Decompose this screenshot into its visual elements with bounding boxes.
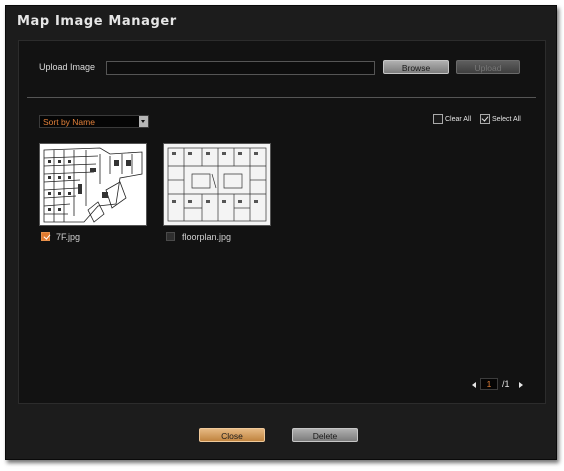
thumbnail-7f[interactable] xyxy=(39,143,147,226)
upload-button[interactable]: Upload xyxy=(456,60,520,74)
select-all-checkbox[interactable] xyxy=(480,114,490,124)
thumbnail-floorplan[interactable] xyxy=(163,143,271,226)
clear-all-checkbox[interactable] xyxy=(433,114,443,124)
floor-plan-image xyxy=(40,144,146,225)
floor-plan-image xyxy=(164,144,270,225)
next-page-icon[interactable] xyxy=(519,382,523,388)
sort-dropdown[interactable]: Sort by Name xyxy=(39,115,149,128)
file-checkbox-floorplan[interactable] xyxy=(166,232,175,241)
map-image-manager-dialog: Map Image Manager Upload Image Browse Up… xyxy=(5,5,557,460)
content-panel: Upload Image Browse Upload Sort by Name … xyxy=(18,40,546,404)
browse-button[interactable]: Browse xyxy=(383,60,449,74)
file-checkbox-7f[interactable] xyxy=(41,232,50,241)
upload-image-label: Upload Image xyxy=(39,62,96,72)
select-all-label[interactable]: Select All xyxy=(492,116,521,123)
dialog-title: Map Image Manager xyxy=(17,14,177,29)
close-button[interactable]: Close xyxy=(199,428,265,442)
page-number-input[interactable]: 1 xyxy=(480,378,498,390)
page-total: /1 xyxy=(502,379,510,389)
sort-selected-label: Sort by Name xyxy=(43,117,95,127)
delete-button[interactable]: Delete xyxy=(292,428,358,442)
clear-all-label[interactable]: Clear All xyxy=(445,116,471,123)
file-name-7f: 7F.jpg xyxy=(56,232,81,242)
divider xyxy=(27,97,536,98)
chevron-down-icon[interactable] xyxy=(139,116,148,127)
prev-page-icon[interactable] xyxy=(472,382,476,388)
file-name-floorplan: floorplan.jpg xyxy=(182,232,232,242)
upload-path-field[interactable] xyxy=(106,61,375,75)
